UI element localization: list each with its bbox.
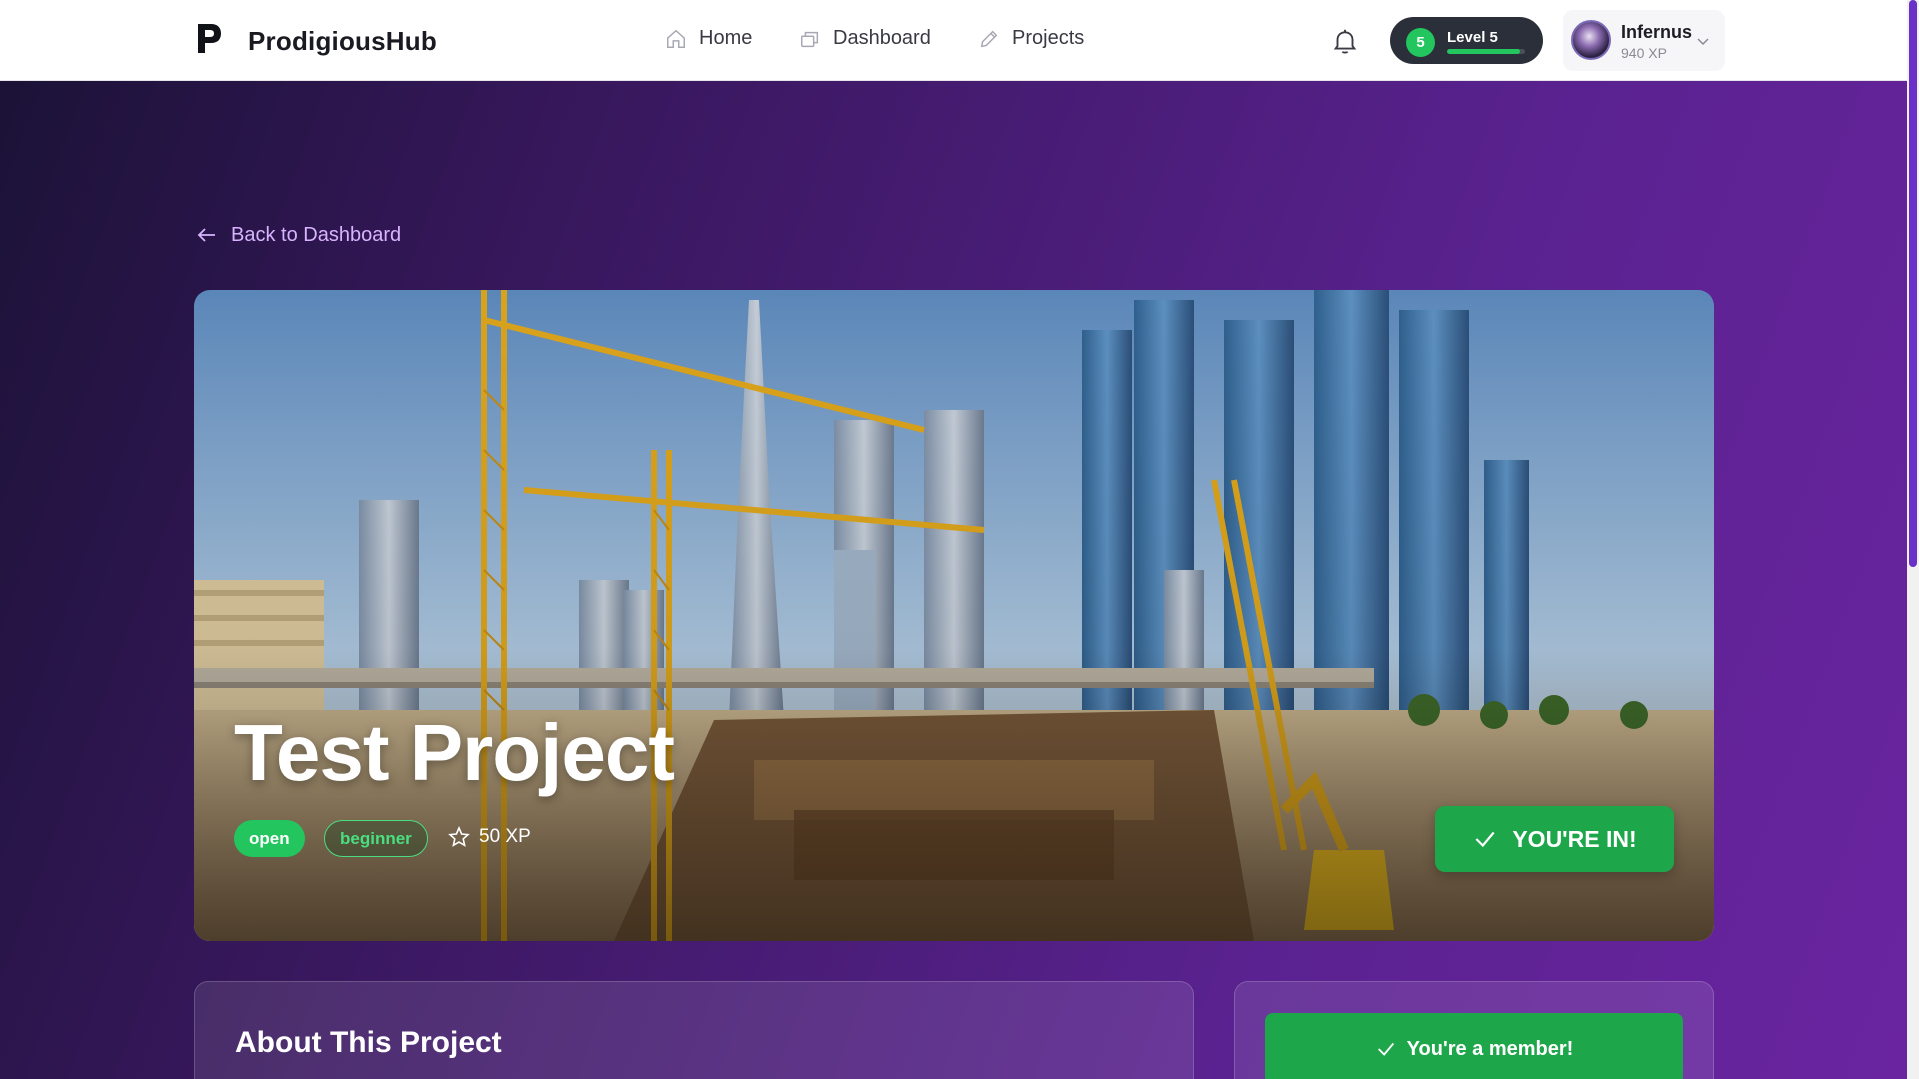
back-to-dashboard-link[interactable]: Back to Dashboard xyxy=(195,223,401,247)
difficulty-badge: beginner xyxy=(324,820,428,857)
level-badge[interactable]: 5 Level 5 xyxy=(1390,17,1543,64)
about-section: About This Project xyxy=(194,981,1194,1079)
notification-bell-icon[interactable] xyxy=(1330,26,1360,56)
checkmark-icon xyxy=(1475,831,1495,848)
brand-name[interactable]: ProdigiousHub xyxy=(248,26,437,57)
chevron-down-icon xyxy=(1697,38,1709,46)
back-link-label: Back to Dashboard xyxy=(231,223,402,246)
nav-dashboard[interactable]: Dashboard xyxy=(799,27,931,50)
project-title: Test Project xyxy=(234,708,675,797)
avatar xyxy=(1571,20,1611,60)
arrow-left-icon xyxy=(197,228,215,242)
member-status-label: You're a member! xyxy=(1406,1037,1574,1060)
scrollbar[interactable] xyxy=(1907,0,1919,1079)
nav-dashboard-label: Dashboard xyxy=(833,27,931,49)
user-name: Infernus xyxy=(1621,22,1693,42)
checkmark-icon xyxy=(1377,1042,1394,1056)
nav-projects[interactable]: Projects xyxy=(978,27,1084,50)
logo-icon[interactable] xyxy=(196,22,222,55)
nav-projects-label: Projects xyxy=(1012,27,1085,49)
nav-home-label: Home xyxy=(699,27,753,49)
joined-button[interactable]: YOU'RE IN! xyxy=(1435,806,1674,872)
scrollbar-thumb[interactable] xyxy=(1909,0,1917,567)
star-icon xyxy=(448,825,470,847)
pencil-icon xyxy=(980,30,998,47)
level-progress-fill xyxy=(1447,49,1521,54)
top-navbar: ProdigiousHub Home Dashboard Projects 5 … xyxy=(0,0,1907,81)
user-menu[interactable]: Infernus 940 XP xyxy=(1563,10,1725,71)
dashboard-icon xyxy=(801,31,819,47)
level-number: 5 xyxy=(1406,28,1435,57)
status-badge: open xyxy=(234,820,305,857)
page: ProdigiousHub Home Dashboard Projects 5 … xyxy=(0,0,1907,1079)
joined-button-label: YOU'RE IN! xyxy=(1512,825,1637,852)
project-hero: Test Project open beginner 50 XP YOU'RE … xyxy=(194,290,1714,941)
about-title: About This Project xyxy=(235,1026,502,1059)
user-xp: 940 XP xyxy=(1621,45,1667,61)
nav-home[interactable]: Home xyxy=(665,27,752,50)
home-icon xyxy=(667,29,685,48)
xp-reward-label: 50 XP xyxy=(479,826,531,847)
level-progress-bar xyxy=(1447,49,1525,54)
membership-panel: You're a member! xyxy=(1234,981,1714,1079)
level-label: Level 5 xyxy=(1447,29,1498,46)
member-status-button[interactable]: You're a member! xyxy=(1265,1013,1683,1079)
xp-reward: 50 XP xyxy=(447,825,531,849)
